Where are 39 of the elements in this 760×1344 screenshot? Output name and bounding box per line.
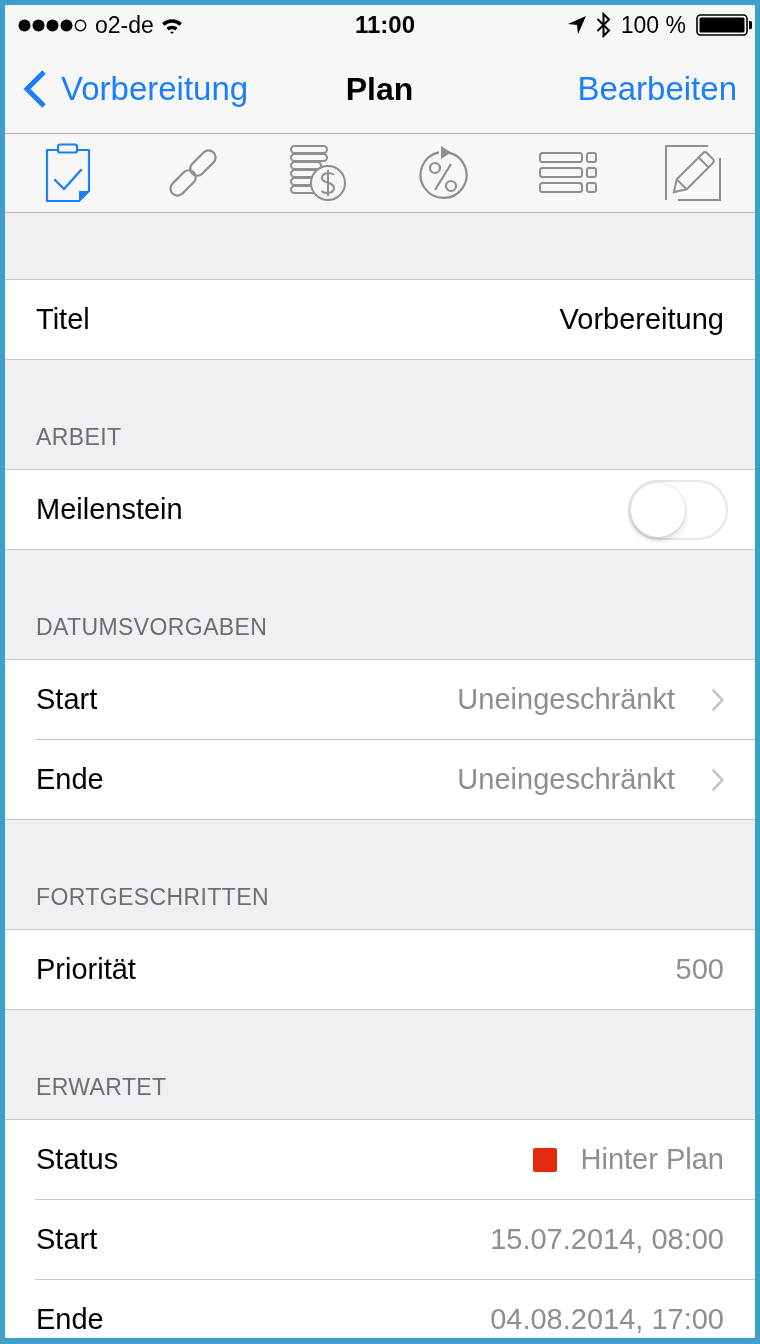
row-value: Vorbereitung	[559, 303, 724, 336]
percent-circle-icon	[416, 144, 469, 202]
chevron-icon	[711, 687, 724, 712]
row-label: Ende	[36, 763, 104, 796]
row-label: Ende	[36, 1303, 104, 1336]
wifi-icon	[160, 16, 183, 34]
coins-dollar-icon	[288, 144, 347, 202]
row-value: Hinter Plan	[580, 1143, 724, 1176]
section-header: ARBEIT	[36, 424, 122, 452]
toggle-switch[interactable]	[628, 479, 728, 540]
row-value: 04.08.2014, 17:00	[490, 1303, 724, 1336]
signal-dots-icon	[18, 18, 88, 32]
location-arrow-icon	[567, 16, 586, 34]
nav-title: Plan	[345, 70, 414, 108]
row-label: Meilenstein	[36, 493, 183, 526]
battery-percent: 100 %	[620, 13, 686, 37]
row-label: Status	[36, 1143, 119, 1176]
row-value: 15.07.2014, 08:00	[490, 1223, 724, 1256]
bluetooth-icon	[595, 12, 611, 38]
clipboard-check-icon	[44, 143, 91, 203]
chevron-icon	[711, 767, 724, 792]
row-label: Start	[36, 683, 98, 716]
list-icon	[538, 151, 597, 195]
section-header: DATUMSVORGABEN	[36, 614, 268, 642]
row-value: Uneingeschränkt	[457, 683, 675, 716]
row-value: 500	[675, 953, 724, 986]
pencil-square-icon	[663, 144, 722, 202]
back-button[interactable]: Vorbereitung	[22, 69, 249, 109]
row-label: Priorität	[36, 953, 136, 986]
status-time: 11:00	[354, 13, 416, 37]
back-chevron-icon	[22, 69, 47, 109]
battery-icon	[696, 14, 752, 36]
row-label: Start	[36, 1223, 98, 1256]
row-value: Uneingeschränkt	[457, 763, 675, 796]
carrier-name: o2-de	[95, 13, 154, 37]
section-header: ERWARTET	[36, 1074, 167, 1102]
edit-button[interactable]: Bearbeiten	[577, 70, 737, 108]
row-label: Titel	[36, 303, 90, 336]
section-header: FORTGESCHRITTEN	[36, 884, 270, 912]
